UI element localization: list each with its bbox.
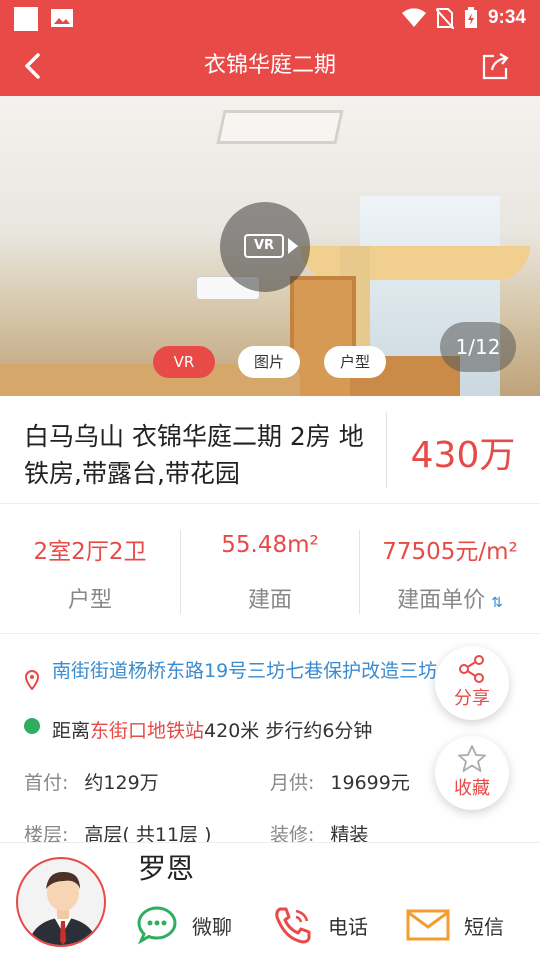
sms-label: 短信 [464,914,504,939]
agent-name: 罗恩 [138,852,195,885]
vr-arrow-icon [288,238,298,254]
star-icon [458,745,486,772]
stat-unit-price-label-row: 建面单价 ⇅ [360,582,540,614]
mail-icon [406,909,450,941]
notification-square-icon [14,7,38,31]
share-fab[interactable]: 分享 [435,646,509,720]
no-sim-icon [435,8,454,29]
gallery-tabs: VR 图片 户型 [0,346,540,378]
metro-distance: 420米 步行约6分钟 [204,720,373,742]
stat-layout-label: 户型 [67,588,112,613]
down-payment-label: 首付: [24,772,69,794]
metro-row: 距离东街口地铁站420米 步行约6分钟 [24,716,372,743]
listing-stats: 2室2厅2卫 户型 55.48m² 建面 77505元/m² 建面单价 ⇅ [0,504,540,634]
phone-icon [275,907,311,944]
share-label: 分享 [454,688,490,709]
metro-icon [24,718,40,734]
listing-header: 白马乌山 衣锦华庭二期 2房 地铁房,带露台,带花园 430万 [0,396,540,504]
monthly-payment-row: 月供: 19699元 [270,768,410,795]
agent-avatar[interactable] [16,857,106,947]
chat-icon [137,906,177,945]
stat-area-label: 建面 [247,588,292,613]
agent-portrait-icon [28,871,98,945]
call-label: 电话 [328,914,368,939]
down-payment-row: 首付: 约129万 [24,768,159,795]
share-icon [459,655,484,683]
status-bar: 9:34 [0,0,540,36]
app-bar: 衣锦华庭二期 [0,36,540,96]
address-row[interactable]: 南街街道杨桥东路19号三坊七巷保护改造三坊 [24,658,504,690]
wifi-icon [401,8,426,27]
down-payment-value: 约129万 [84,772,159,794]
stat-layout: 2室2厅2卫 户型 [0,504,180,634]
location-pin-icon [24,670,40,690]
property-photo-gallery[interactable]: VR 1/12 VR 图片 户型 [0,96,540,396]
photo-ceiling-light [216,110,344,144]
call-button[interactable]: 电话 [272,903,368,947]
monthly-payment-label: 月供: [270,772,315,794]
metro-station[interactable]: 东街口地铁站 [90,720,204,742]
stat-area-value: 55.48m² [221,532,319,558]
address-text: 南街街道杨桥东路19号三坊七巷保护改造三坊 [52,660,438,682]
monthly-payment-value: 19699元 [330,772,410,794]
agent-contact-bar: 罗恩 微聊 电话 短信 [0,842,540,960]
stat-unit-price-label: 建面单价 [397,588,486,613]
stat-area: 55.48m² 建面 [181,504,359,634]
page-title: 衣锦华庭二期 [203,53,336,78]
listing-title: 白马乌山 衣锦华庭二期 2房 地铁房,带露台,带花园 [24,422,364,488]
stat-layout-value: 2室2厅2卫 [33,539,147,565]
tab-floorplan[interactable]: 户型 [324,346,386,378]
tab-vr[interactable]: VR [153,346,215,378]
favorite-fab[interactable]: 收藏 [435,736,509,810]
sort-arrows-icon[interactable]: ⇅ [491,595,503,611]
vr-play-button[interactable]: VR [220,202,310,292]
wechat-label: 微聊 [192,914,232,939]
sms-button[interactable]: 短信 [406,903,504,947]
status-time: 9:34 [487,7,526,28]
vr-badge: VR [244,234,284,258]
stat-unit-price-value: 77505元/m² [382,539,518,565]
wechat-button[interactable]: 微聊 [136,903,232,947]
photo-curtain [300,246,530,280]
metro-prefix: 距离 [52,720,91,742]
stat-unit-price[interactable]: 77505元/m² 建面单价 ⇅ [360,504,540,634]
battery-charging-icon [464,7,477,28]
favorite-label: 收藏 [454,778,490,799]
share-external-icon[interactable] [480,50,512,82]
listing-price: 430万 [410,435,516,476]
image-notification-icon [51,9,73,27]
tab-photos[interactable]: 图片 [238,346,300,378]
